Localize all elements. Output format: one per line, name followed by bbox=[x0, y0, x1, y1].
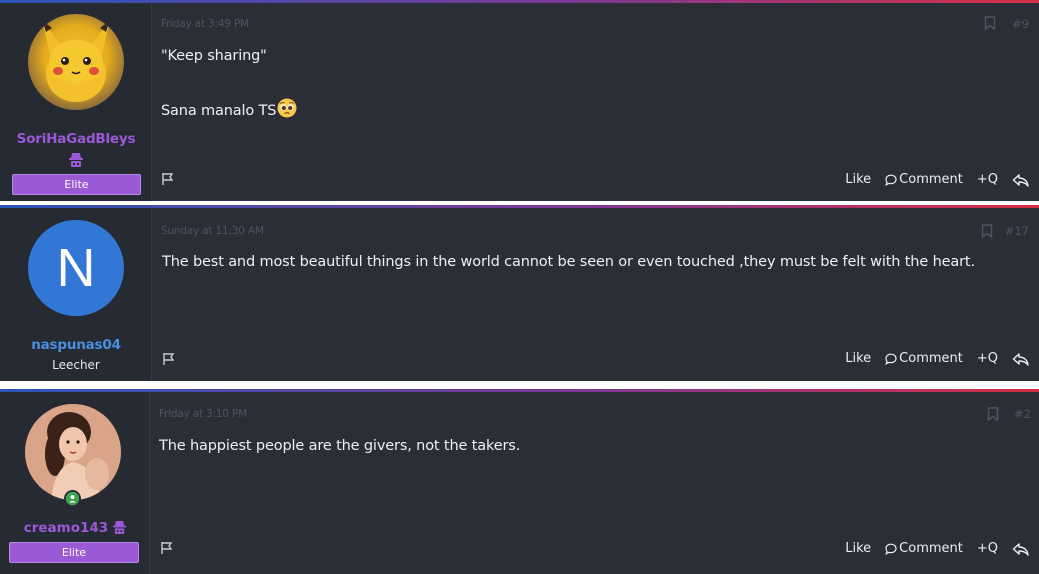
user-pane: SoriHaGadBleys Elite bbox=[0, 3, 152, 201]
reply-arrow-icon bbox=[1012, 352, 1029, 366]
username-row: creamo143 bbox=[0, 517, 150, 536]
user-pane: creamo143 Elite bbox=[0, 392, 150, 574]
avatar[interactable]: N bbox=[28, 220, 124, 316]
quote-button[interactable]: +Q bbox=[977, 172, 998, 187]
avatar-letter: N bbox=[56, 238, 96, 298]
rank-badge: Elite bbox=[9, 542, 139, 563]
post-actions: Like Comment +Q bbox=[831, 172, 1031, 187]
bookmark-icon[interactable] bbox=[987, 407, 999, 421]
bookmark-icon[interactable] bbox=[984, 16, 996, 30]
post-number[interactable]: #9 bbox=[1012, 17, 1029, 31]
comment-bubble-icon bbox=[885, 353, 897, 365]
report-flag-icon[interactable] bbox=[162, 352, 176, 366]
comment-label: Comment bbox=[899, 351, 963, 366]
post-actions: Like Comment +Q bbox=[831, 541, 1031, 556]
post-message-line: The happiest people are the givers, not … bbox=[159, 438, 521, 454]
bookmark-icon[interactable] bbox=[981, 224, 993, 238]
comment-button[interactable]: Comment bbox=[885, 541, 963, 556]
reply-button[interactable] bbox=[1012, 542, 1031, 556]
reply-button[interactable] bbox=[1012, 352, 1031, 366]
comment-bubble-icon bbox=[885, 543, 897, 555]
rank-label: Leecher bbox=[52, 358, 100, 372]
incognito-icon bbox=[69, 153, 83, 167]
comment-button[interactable]: Comment bbox=[885, 172, 963, 187]
woman-photo-avatar-icon bbox=[25, 404, 121, 500]
post-message-line: The best and most beautiful things in th… bbox=[162, 254, 975, 270]
message-text: Sana manalo TS bbox=[161, 103, 277, 119]
comment-label: Comment bbox=[899, 541, 963, 556]
post-date[interactable]: Friday at 3:49 PM bbox=[161, 18, 249, 30]
post-number[interactable]: #17 bbox=[1005, 224, 1029, 238]
post-content: Sunday at 11:30 AM #17 The best and most… bbox=[152, 208, 1039, 381]
avatar[interactable] bbox=[25, 404, 121, 500]
avatar[interactable] bbox=[28, 14, 124, 110]
post: SoriHaGadBleys Elite Friday at 3:49 PM #… bbox=[0, 0, 1039, 201]
reply-arrow-icon bbox=[1012, 542, 1029, 556]
like-button[interactable]: Like bbox=[845, 172, 871, 187]
post-date[interactable]: Friday at 3:10 PM bbox=[159, 408, 247, 420]
post: N naspunas04 Leecher Sunday at 11:30 AM … bbox=[0, 205, 1039, 381]
reply-arrow-icon bbox=[1012, 173, 1029, 187]
username[interactable]: SoriHaGadBleys bbox=[0, 131, 152, 147]
username[interactable]: creamo143 bbox=[24, 520, 108, 536]
post-number[interactable]: #2 bbox=[1014, 407, 1031, 421]
reply-button[interactable] bbox=[1012, 173, 1031, 187]
online-status-badge bbox=[64, 490, 81, 507]
post: creamo143 Elite Friday at 3:10 PM #2 The… bbox=[0, 389, 1039, 574]
comment-button[interactable]: Comment bbox=[885, 351, 963, 366]
username[interactable]: naspunas04 bbox=[0, 337, 152, 353]
post-content: Friday at 3:10 PM #2 The happiest people… bbox=[150, 392, 1039, 574]
post-message-line: "Keep sharing" bbox=[161, 48, 267, 64]
post-content: Friday at 3:49 PM #9 "Keep sharing" Sana… bbox=[152, 3, 1039, 201]
post-date[interactable]: Sunday at 11:30 AM bbox=[161, 225, 264, 237]
pleading-face-emoji-icon bbox=[277, 98, 297, 118]
post-message-line: Sana manalo TS bbox=[161, 98, 297, 120]
incognito-icon bbox=[113, 520, 127, 534]
rank-badge: Elite bbox=[12, 174, 141, 195]
comment-bubble-icon bbox=[885, 174, 897, 186]
like-button[interactable]: Like bbox=[845, 351, 871, 366]
online-user-icon bbox=[66, 492, 79, 505]
report-flag-icon[interactable] bbox=[160, 541, 174, 555]
like-button[interactable]: Like bbox=[845, 541, 871, 556]
user-pane: N naspunas04 Leecher bbox=[0, 208, 152, 381]
comment-label: Comment bbox=[899, 172, 963, 187]
pikachu-avatar-icon bbox=[42, 20, 110, 102]
report-flag-icon[interactable] bbox=[161, 172, 175, 186]
quote-button[interactable]: +Q bbox=[977, 541, 998, 556]
post-actions: Like Comment +Q bbox=[831, 351, 1031, 366]
quote-button[interactable]: +Q bbox=[977, 351, 998, 366]
